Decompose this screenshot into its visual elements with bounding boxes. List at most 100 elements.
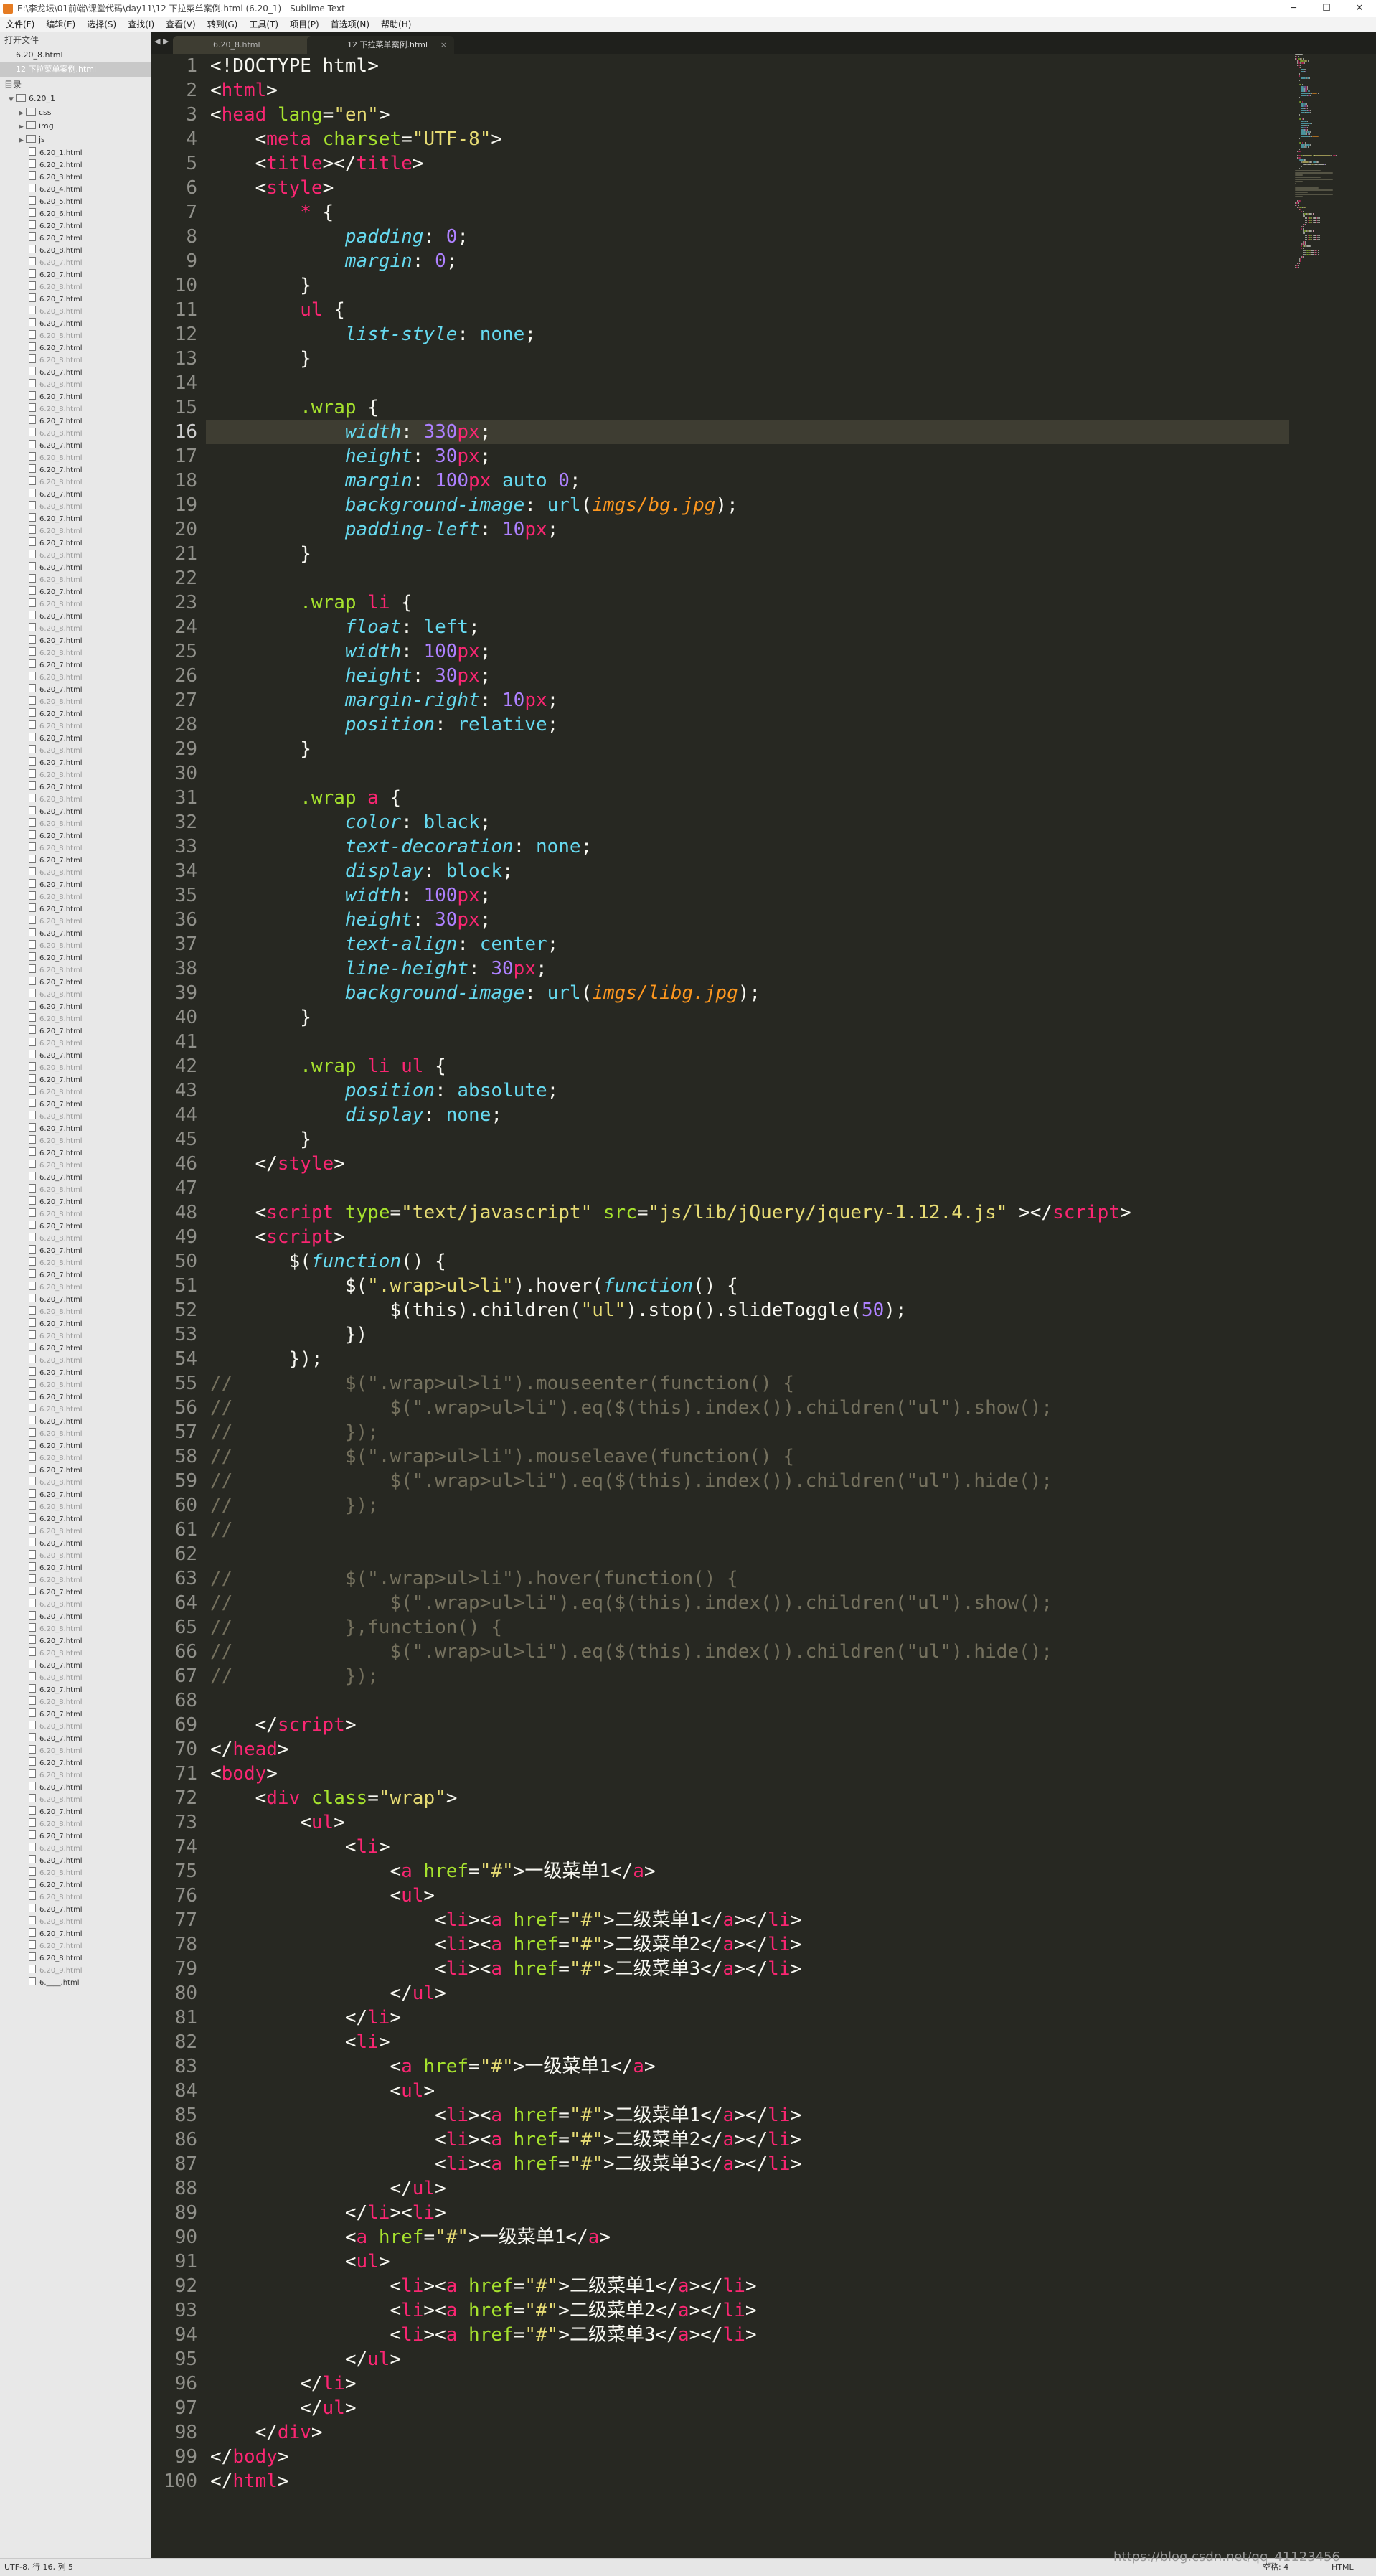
file-item[interactable]: 6.20_8.html [0,1794,151,1806]
file-item[interactable]: 6.20_7.html [0,367,151,379]
file-item[interactable]: 6.20_8.html [0,1501,151,1513]
file-item[interactable]: 6.20_7.html [0,562,151,574]
file-item[interactable]: 6.20_7.html [0,220,151,232]
menu-item[interactable]: 编辑(E) [40,17,81,32]
file-item[interactable]: 6.20_8.html [0,1208,151,1221]
file-item[interactable]: 6.20_7.html [0,1123,151,1135]
file-item[interactable]: 6.20_8.html [0,1282,151,1294]
file-item[interactable]: 6.20_7.html [0,952,151,964]
file-item[interactable]: 6.20_7.html [0,635,151,647]
file-item[interactable]: 6.20_7.html [0,415,151,428]
file-item[interactable]: 6.20_8.html [0,1306,151,1318]
file-item[interactable]: 6.20_7.html [0,977,151,989]
file-item[interactable]: 6.20_7.html [0,1538,151,1550]
file-item[interactable]: 6.20_8.html [0,964,151,977]
file-item[interactable]: 6.20_8.html [0,379,151,391]
file-item[interactable]: 6.20_8.html [0,1062,151,1074]
menu-item[interactable]: 工具(T) [243,17,284,32]
file-item[interactable]: 6.20_8.html [0,1428,151,1440]
file-item[interactable]: 6.20_7.html [0,318,151,330]
menu-item[interactable]: 项目(P) [284,17,325,32]
file-item[interactable]: 6.20_8.html [0,330,151,342]
file-item[interactable]: 6.20_7.html [0,611,151,623]
file-item[interactable]: 6.20_7.html [0,1269,151,1282]
file-item[interactable]: 6.20_7.html [0,659,151,672]
file-item[interactable]: 6.20_8.html [0,989,151,1001]
file-item[interactable]: 6.20_7.html [0,903,151,916]
file-item[interactable]: 6.20_7.html [0,928,151,940]
file-item[interactable]: 6.20_7.html [0,1611,151,1623]
file-item[interactable]: 6.20_8.html [0,1135,151,1147]
menu-item[interactable]: 文件(F) [0,17,40,32]
minimize-button[interactable]: ─ [1277,0,1310,17]
menu-item[interactable]: 选择(S) [81,17,122,32]
file-item[interactable]: 6.20_7.html [0,1513,151,1526]
file-item[interactable]: 6.20_7.html [0,1294,151,1306]
file-item[interactable]: 6.20_7.html [0,1904,151,1916]
file-item[interactable]: 6.20_7.html [0,855,151,867]
tab-close-icon[interactable]: × [440,36,447,54]
file-item[interactable]: 6.20_7.html [0,684,151,696]
file-item[interactable]: 6.20_8.html [0,1233,151,1245]
folder-root[interactable]: ▼ 6.20_1 [0,93,151,106]
file-item[interactable]: 6.20_8.html [0,525,151,537]
close-button[interactable]: ✕ [1343,0,1376,17]
file-item[interactable]: 6.20_8.html [0,403,151,415]
subfolder-css[interactable]: ▶ css [0,106,151,120]
tab-dropdown-menu-case[interactable]: 12 下拉菜单案例.html × [307,36,454,54]
file-item[interactable]: 6.20_7.html [0,879,151,891]
file-item[interactable]: 6.20_7.html [0,806,151,818]
file-item[interactable]: 6.20_8.html [0,1013,151,1025]
code-editor[interactable]: <!DOCTYPE html> <html> <head lang="en"> <m… [206,54,1289,2550]
file-item[interactable]: 6.20_7.html [0,781,151,794]
file-item[interactable]: 6.20_8.html [0,1916,151,1928]
file-item[interactable]: 6.20_8.html [0,916,151,928]
file-item[interactable]: 6.20_7.html [0,1318,151,1330]
file-item[interactable]: 6.20_8.html [0,1745,151,1757]
file-item[interactable]: 6.20_7.html [0,733,151,745]
file-item[interactable]: 6.20_7.html [0,1391,151,1404]
file-item[interactable]: 6.20_8.html [0,1452,151,1465]
file-item[interactable]: 6.20_7.html [0,1147,151,1160]
file-item[interactable]: 6.20_8.html [0,1086,151,1099]
file-item[interactable]: 6.____.html [0,1977,151,1989]
file-item[interactable]: 6.20_8.html [0,623,151,635]
file-item[interactable]: 6.20_7.html [0,830,151,842]
file-item[interactable]: 6.20_8.html [0,1696,151,1708]
file-item[interactable]: 6.20_7.html [0,1245,151,1257]
file-item[interactable]: 6.20_4.html [0,184,151,196]
file-item[interactable]: 6.20_7.html [0,1465,151,1477]
file-item[interactable]: 6.20_8.html [0,1111,151,1123]
file-item[interactable]: 6.20_7.html [0,293,151,306]
file-item[interactable]: 6.20_5.html [0,196,151,208]
file-item[interactable]: 6.20_8.html [0,1550,151,1562]
tab-scroll-arrows[interactable]: ◀ ▶ [154,37,169,46]
file-item[interactable]: 6.20_2.html [0,159,151,171]
file-item[interactable]: 6.20_8.html [0,1160,151,1172]
file-item[interactable]: 6.20_7.html [0,1708,151,1721]
file-item[interactable]: 6.20_8.html [0,1379,151,1391]
file-item[interactable]: 6.20_8.html [0,281,151,293]
file-item[interactable]: 6.20_8.html [0,1599,151,1611]
file-item[interactable]: 6.20_8.html [0,428,151,440]
subfolder-js[interactable]: ▶ js [0,133,151,147]
file-item[interactable]: 6.20_8.html [0,574,151,586]
file-item[interactable]: 6.20_8.html [0,354,151,367]
file-item[interactable]: 6.20_8.html [0,306,151,318]
minimap[interactable] [1289,54,1376,2550]
file-item[interactable]: 6.20_8.html [0,598,151,611]
file-item[interactable]: 6.20_8.html [0,1257,151,1269]
file-item[interactable]: 6.20_8.html [0,1769,151,1782]
file-item[interactable]: 6.20_8.html [0,245,151,257]
file-item[interactable]: 6.20_8.html [0,769,151,781]
file-item[interactable]: 6.20_7.html [0,269,151,281]
file-item[interactable]: 6.20_7.html [0,257,151,269]
file-item[interactable]: 6.20_8.html [0,476,151,489]
file-item[interactable]: 6.20_8.html [0,1184,151,1196]
file-item[interactable]: 6.20_7.html [0,1806,151,1818]
file-item[interactable]: 6.20_7.html [0,232,151,245]
file-item[interactable]: 6.20_8.html [0,842,151,855]
file-item[interactable]: 6.20_7.html [0,1074,151,1086]
file-item[interactable]: 6.20_7.html [0,513,151,525]
file-item[interactable]: 6.20_9.html [0,1965,151,1977]
